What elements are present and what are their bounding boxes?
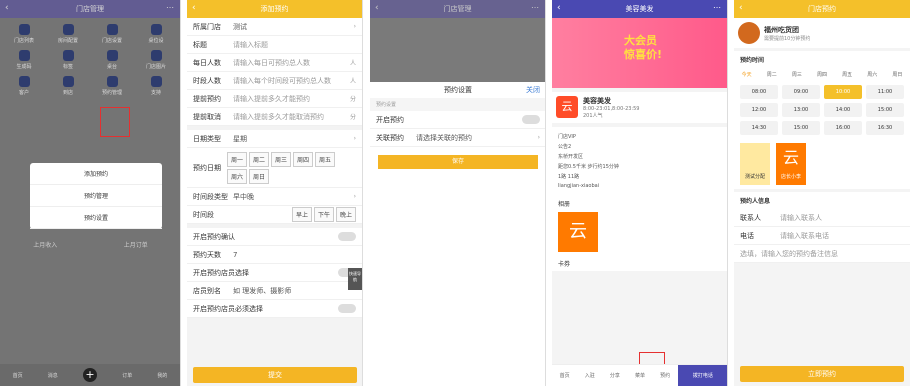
stats: 上月收入 上月订单	[33, 242, 148, 249]
tab-home[interactable]: 首页	[13, 372, 23, 379]
grid-item[interactable]: 到店	[46, 76, 90, 96]
time-grid: 08:00 09:00 10:00 11:00 12:00 13:00 14:00 15:0…	[734, 81, 910, 139]
grid-item[interactable]: 门店列表	[2, 24, 46, 44]
toggle[interactable]	[338, 232, 356, 241]
grid-item[interactable]: 桌位设	[134, 24, 178, 44]
tab-bar: 首页 入驻 分享 菜单 预约 拨打电话	[552, 364, 727, 386]
header: ‹ 添加预约	[187, 0, 362, 18]
add-booking-panel: ‹ 添加预约 所属门店 测试 › 标题 请输入标题 每日人数 请输入每日可预约总人数人 时…	[187, 0, 363, 386]
menu-manage-booking[interactable]: 预约管理	[30, 185, 162, 207]
settings-sheet: 预约设置 关闭 预约设置 开启预约 关联预约 请选择关联的预约 › 保存	[370, 82, 545, 386]
grid-item[interactable]: 客户	[2, 76, 46, 96]
action-menu: 添加预约 预约管理 预约设置	[30, 163, 162, 229]
add-icon[interactable]: +	[83, 368, 97, 382]
grid-item[interactable]: 门店图片	[134, 50, 178, 70]
grid-item[interactable]: 标签	[46, 50, 90, 70]
grid-item[interactable]: 支持	[134, 76, 178, 96]
form-row[interactable]: 所属门店 测试 ›	[187, 18, 362, 36]
tab-msg[interactable]: 消息	[48, 372, 58, 379]
save-button[interactable]: 保存	[378, 155, 538, 169]
grid-item[interactable]: 房间配置	[46, 24, 90, 44]
header: ‹ 门店管理 ⋯	[0, 0, 180, 18]
booking-settings-panel: ‹ 门店管理 ⋯ 预约设置 关闭 预约设置 开启预约 关联预约 请选择关联的预约 › 保存	[370, 0, 546, 386]
form-row[interactable]: 提前预约 请输入提前多久才能预约分	[187, 90, 362, 108]
book-now-button[interactable]: 立即预约	[740, 366, 904, 382]
menu-add-booking[interactable]: 添加预约	[30, 163, 162, 185]
back-icon[interactable]: ‹	[739, 3, 743, 13]
grid-item[interactable]: 门店设置	[90, 24, 134, 44]
booking-form: 所属门店 测试 › 标题 请输入标题 每日人数 请输入每日可预约总人数人 时段人数 请输入…	[187, 18, 362, 126]
back-icon[interactable]: ‹	[5, 3, 9, 13]
tab-bar: 首页 消息 + 订单 我的	[0, 364, 180, 386]
form-row[interactable]: 标题 请输入标题	[187, 36, 362, 54]
grid-item[interactable]: 生成码	[2, 50, 46, 70]
shop-card: 云 美容美发 8:00-23:01,8:00-23:59 201人气	[552, 92, 727, 123]
day-tabs: 今天 周二 周三 周四 周五 周六 周日	[734, 68, 910, 81]
grid-item[interactable]: 桌台	[90, 50, 134, 70]
back-icon[interactable]: ‹	[557, 3, 561, 13]
form-row[interactable]: 提前取消 请输入提前多久才能取消预约分	[187, 108, 362, 126]
date-form: 日期类型 星期 › 预约日期 周一 周二 周三 周四 周五 周六 周日 时间段类型 早中晚 › 时间…	[187, 130, 362, 224]
form-row[interactable]: 时段人数 请输入每个时间段可预约总人数人	[187, 72, 362, 90]
call-button[interactable]: 拨打电话	[677, 364, 727, 386]
more-icon[interactable]: ⋯	[166, 3, 174, 12]
weekday-chips: 周一 周二 周三 周四 周五 周六 周日	[226, 151, 356, 184]
staff-list: 测试分配 云店长小李	[734, 139, 910, 189]
tab-me[interactable]: 我的	[157, 372, 167, 379]
submit-button[interactable]: 提交	[193, 367, 357, 383]
back-icon[interactable]: ‹	[375, 3, 379, 13]
quick-nav[interactable]: 快速导航	[348, 268, 362, 290]
booking-panel: ‹ 门店预约 福州吃货团 需要提前10分钟预约 预约时间 今天 周二 周三 周四 周五 周六周…	[734, 0, 910, 386]
function-grid: 门店列表 房间配置 门店设置 桌位设 生成码 标签 桌台 门店图片 客户 到店 …	[0, 18, 180, 102]
close-button[interactable]: 关闭	[526, 85, 540, 95]
avatar	[738, 22, 760, 44]
form-row[interactable]: 每日人数 请输入每日可预约总人数人	[187, 54, 362, 72]
toggle[interactable]	[522, 115, 540, 124]
highlight-box	[100, 107, 130, 137]
shop-panel: ‹ 美容美发 ⋯ 大会员 惊喜价! 云 美容美发 8:00-23:01,8:00-23:…	[552, 0, 728, 386]
tab-order[interactable]: 订单	[122, 372, 132, 379]
more-icon[interactable]: ⋯	[531, 3, 539, 12]
back-icon[interactable]: ‹	[192, 3, 196, 13]
grid-item[interactable]: 预约管理	[90, 76, 134, 96]
album: 相册云	[552, 195, 727, 256]
promo-banner[interactable]: 大会员 惊喜价!	[552, 18, 727, 88]
shop-logo: 云	[556, 96, 578, 118]
menu-booking-settings[interactable]: 预约设置	[30, 207, 162, 229]
store-manage-panel: ‹ 门店管理 ⋯ 门店列表 房间配置 门店设置 桌位设 生成码 标签 桌台 门店图片…	[0, 0, 181, 386]
shop-info: 门店VIP 公告2 东桥开发区 距您0.5千米 步行约15分钟 1路 11路 liangj…	[552, 127, 727, 195]
toggle[interactable]	[338, 304, 356, 313]
